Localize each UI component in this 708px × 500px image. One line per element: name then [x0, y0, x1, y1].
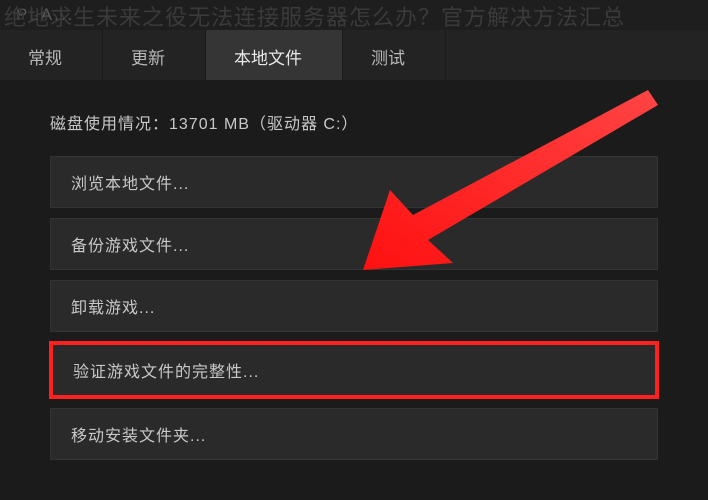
- tab-general[interactable]: 常规: [0, 30, 103, 80]
- option-verify-integrity[interactable]: 验证游戏文件的完整性...: [50, 342, 658, 398]
- option-browse-local-files[interactable]: 浏览本地文件...: [50, 156, 658, 208]
- properties-window: PLA... 常规 更新 本地文件 测试 磁盘使用情况：13701 MB（驱动器…: [0, 0, 708, 500]
- option-uninstall-game[interactable]: 卸载游戏...: [50, 280, 658, 332]
- option-move-install-folder[interactable]: 移动安装文件夹...: [50, 408, 658, 460]
- tab-local-files[interactable]: 本地文件: [206, 30, 343, 80]
- article-title-overlay: 绝地求生未来之役无法连接服务器怎么办？官方解决方法汇总: [0, 0, 708, 34]
- disk-usage-text: 磁盘使用情况：13701 MB（驱动器 C:）: [50, 110, 658, 134]
- tabs-bar: 常规 更新 本地文件 测试: [0, 30, 708, 80]
- tab-content: 磁盘使用情况：13701 MB（驱动器 C:） 浏览本地文件... 备份游戏文件…: [0, 80, 708, 500]
- tab-betas[interactable]: 测试: [343, 30, 446, 80]
- options-list: 浏览本地文件... 备份游戏文件... 卸载游戏... 验证游戏文件的完整性..…: [50, 156, 658, 460]
- tab-updates[interactable]: 更新: [103, 30, 206, 80]
- option-backup-game-files[interactable]: 备份游戏文件...: [50, 218, 658, 270]
